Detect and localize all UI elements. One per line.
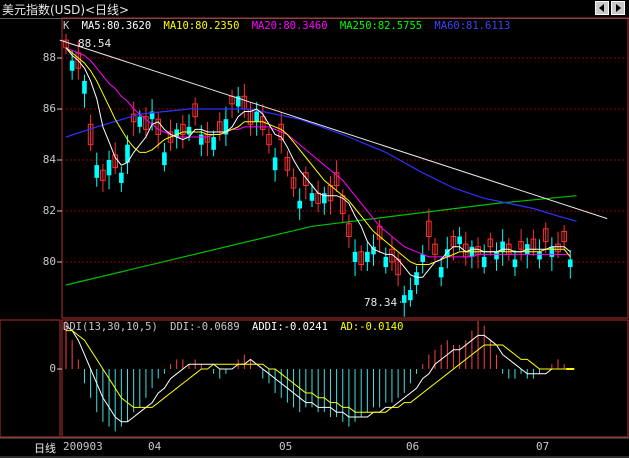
candle-body-up bbox=[414, 272, 419, 285]
legend-ddi-value: DDI:-0.0689 bbox=[170, 321, 240, 333]
candle-body-up bbox=[254, 111, 259, 122]
candle-body-up bbox=[568, 259, 573, 268]
candle-body-up bbox=[481, 256, 487, 268]
candle-body-up bbox=[199, 134, 204, 145]
candle-body-up bbox=[365, 251, 370, 262]
candle-body-up bbox=[537, 251, 542, 260]
legend-ad-value: AD:-0.0140 bbox=[340, 321, 404, 333]
y-tick-84: 84 bbox=[42, 153, 56, 166]
legend-ma20: MA20:80.3460 bbox=[251, 20, 328, 32]
x-label-05: 05 bbox=[279, 440, 293, 453]
legend-ma5: MA5:80.3620 bbox=[81, 20, 152, 32]
candle-body-up bbox=[297, 200, 302, 209]
legend-k: K bbox=[63, 20, 70, 32]
period-label[interactable]: 日线 bbox=[34, 440, 56, 456]
candle-body-up bbox=[549, 246, 555, 257]
high-price-annotation: 88.54 bbox=[78, 37, 112, 50]
x-label-06: 06 bbox=[406, 440, 420, 453]
legend-ma10: MA10:80.2350 bbox=[163, 20, 240, 32]
candle-body-up bbox=[408, 290, 413, 301]
ddi-y-tick-0: 0 bbox=[49, 362, 56, 375]
candle-body-up bbox=[106, 160, 112, 176]
legend-ma60: MA60:81.6113 bbox=[434, 20, 511, 32]
ma10-line bbox=[65, 47, 571, 265]
main-legend: K MA5:80.3620 MA10:80.2350 MA20:80.3460 … bbox=[63, 20, 516, 32]
candle-body-up bbox=[82, 80, 87, 94]
price-panel-frame bbox=[61, 17, 629, 319]
y-tick-80: 80 bbox=[42, 255, 56, 268]
x-label-07: 07 bbox=[536, 440, 550, 453]
candle-body-up bbox=[457, 236, 462, 245]
ma250-line bbox=[65, 195, 577, 286]
left-info-box bbox=[0, 319, 61, 438]
candle-body-up bbox=[438, 267, 444, 278]
y-tick-86: 86 bbox=[42, 102, 56, 115]
candle-body-up bbox=[352, 251, 358, 262]
legend-addi-value: ADDI:-0.0241 bbox=[252, 321, 328, 333]
price-chart-canvas[interactable] bbox=[0, 0, 629, 458]
y-tick-88: 88 bbox=[42, 51, 56, 64]
ma5-line bbox=[65, 47, 571, 278]
candle-body-up bbox=[401, 295, 407, 303]
candle-body-up bbox=[494, 251, 499, 260]
ddi-legend: DDI(13,30,10,5) DDI:-0.0689 ADDI:-0.0241… bbox=[63, 321, 409, 333]
x-label-04: 04 bbox=[148, 440, 162, 453]
legend-ddi-params: DDI(13,30,10,5) bbox=[63, 321, 158, 333]
candle-body-up bbox=[186, 126, 192, 135]
candle-body-up bbox=[137, 116, 143, 127]
candle-body-up bbox=[119, 172, 124, 183]
ddi-panel-frame bbox=[61, 319, 629, 438]
trendline bbox=[59, 39, 608, 220]
candle-body-up bbox=[94, 165, 100, 178]
candle-body-up bbox=[383, 256, 389, 268]
x-label-200903: 200903 bbox=[63, 440, 103, 453]
legend-ma250: MA250:82.5755 bbox=[339, 20, 423, 32]
y-tick-82: 82 bbox=[42, 204, 56, 217]
candle-body-up bbox=[512, 259, 518, 268]
candle-body-up bbox=[272, 157, 278, 171]
low-price-annotation: 78.34 bbox=[364, 296, 398, 309]
candle-body-up bbox=[309, 193, 315, 201]
candle-body-up bbox=[162, 152, 167, 166]
candle-body-up bbox=[69, 60, 75, 71]
candle-body-up bbox=[211, 137, 216, 150]
